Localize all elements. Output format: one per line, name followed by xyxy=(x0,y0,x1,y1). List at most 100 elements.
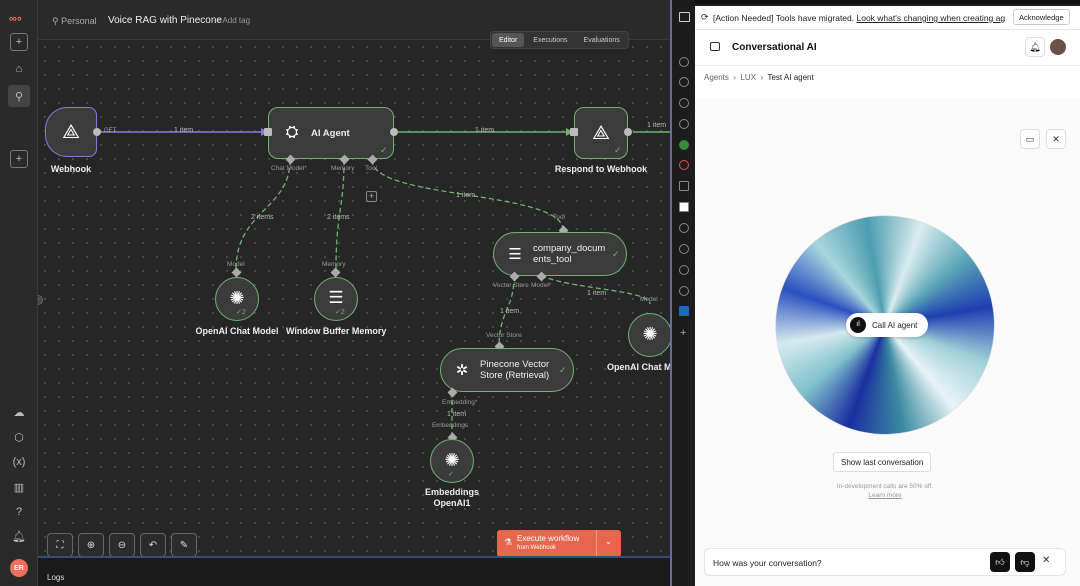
fit-view-button[interactable]: ⛶ xyxy=(47,533,73,557)
add-icon[interactable]: + xyxy=(680,327,686,339)
pinecone-label: Pinecone Vector Store (Retrieval) xyxy=(480,359,550,381)
banner-link[interactable]: Look what's changing when creating ag xyxy=(857,13,1006,23)
extension-icon[interactable] xyxy=(679,140,689,150)
ai-agent-node[interactable]: ⛭ AI Agent ✓ xyxy=(268,107,394,159)
add-icon[interactable]: + xyxy=(10,33,28,51)
extension-icon[interactable] xyxy=(679,181,689,191)
info-icon: ⟳ xyxy=(701,12,709,22)
breadcrumb-agents[interactable]: Agents xyxy=(704,73,729,82)
zoom-out-button[interactable]: ⊖ xyxy=(109,533,135,557)
window-buffer-memory-node[interactable]: ☰ ✓2 xyxy=(314,277,358,321)
openai-chat-model-node[interactable]: ✺ ✓2 xyxy=(215,277,259,321)
chat-bubble-icon[interactable]: ▭ xyxy=(1020,129,1040,149)
success-check-icon: ✓ xyxy=(612,249,620,259)
panel-icon xyxy=(710,42,720,51)
extension-icon[interactable] xyxy=(679,286,689,296)
home-icon[interactable]: ⌂ xyxy=(10,60,28,78)
linkedin-icon[interactable] xyxy=(679,306,689,316)
notifications-icon[interactable]: 🔔︎ xyxy=(10,527,28,545)
webhook-node[interactable]: ⟁ xyxy=(45,107,97,157)
company-documents-tool-node[interactable]: ☰ company_docum ents_tool ✓ xyxy=(493,232,627,276)
extension-icon[interactable] xyxy=(679,160,689,170)
socket-label-vector-store: Vector Store xyxy=(493,282,529,289)
ai-agent-input-port[interactable] xyxy=(264,128,272,136)
add-tool-button[interactable]: + xyxy=(366,191,377,202)
webhook-icon: ⟁ xyxy=(62,120,80,143)
execute-sub-label: from Webhook xyxy=(517,545,556,551)
webhook-icon: ⟁ xyxy=(592,121,610,144)
help-icon[interactable]: ? xyxy=(10,503,28,521)
close-icon[interactable]: ✕ xyxy=(1046,129,1066,149)
chevron-down-icon[interactable]: ⌄ xyxy=(605,537,612,546)
execute-workflow-button[interactable]: ⚗ Execute workflow from Webhook ⌄ xyxy=(497,530,621,557)
project-name: Personal xyxy=(61,16,97,26)
extension-icon[interactable] xyxy=(679,202,689,212)
left-sidebar: ∞∘ + ⌂ ⚲ + ☁ ⬡ (x) ▥ ? 🔔︎ ER xyxy=(0,0,38,586)
embeddings-openai-node[interactable]: ✺ ✓ xyxy=(430,439,474,483)
embeddings-openai-label: Embeddings OpenAI1 xyxy=(424,487,479,508)
show-last-conversation-button[interactable]: Show last conversation xyxy=(833,452,932,472)
extension-icon[interactable] xyxy=(679,98,689,108)
breadcrumb: Agents › LUX › Test AI agent xyxy=(704,73,814,82)
socket-label-chat-model: Chat Model* xyxy=(271,165,307,172)
cloud-icon[interactable]: ☁ xyxy=(10,403,28,421)
close-icon[interactable]: ✕ xyxy=(1042,555,1050,566)
undo-button[interactable]: ↶ xyxy=(140,533,166,557)
edge-label: 1 item xyxy=(587,290,607,297)
tab-executions[interactable]: Executions xyxy=(526,33,574,47)
view-tabs: Editor Executions Evaluations xyxy=(490,31,629,49)
waveform-icon: ıl xyxy=(850,317,866,333)
thumbs-down-icon[interactable]: 👎︎ xyxy=(1015,552,1035,572)
extension-icon[interactable] xyxy=(679,119,689,129)
success-check-icon: ✓2 xyxy=(335,309,345,316)
tidy-up-button[interactable]: ✎ xyxy=(171,533,197,557)
breadcrumb-lux[interactable]: LUX xyxy=(740,73,756,82)
edge-label: 1 item xyxy=(647,122,667,129)
workflow-name[interactable]: Voice RAG with Pinecone xyxy=(108,15,222,26)
bell-icon[interactable]: 🔔︎ xyxy=(1025,37,1045,57)
pricing-note: In-development calls are 50% off. Learn m… xyxy=(836,483,934,499)
extension-icon[interactable] xyxy=(679,223,689,233)
voice-orb: ıl Call AI agent xyxy=(776,216,994,434)
user-icon[interactable]: ⚲ xyxy=(8,85,30,107)
user-avatar[interactable]: ER xyxy=(10,559,28,577)
input-label-memory: Memory xyxy=(322,261,346,268)
pinecone-vector-store-node[interactable]: ✲ Pinecone Vector Store (Retrieval) ✓ xyxy=(440,348,574,392)
openai-chat-model-2-label: OpenAI Chat M xyxy=(607,362,670,372)
ai-agent-output-port[interactable] xyxy=(390,128,398,136)
tab-editor[interactable]: Editor xyxy=(492,33,525,47)
add-tag-button[interactable]: + Add tag xyxy=(216,16,250,25)
tab-evaluations[interactable]: Evaluations xyxy=(577,33,627,47)
respond-to-webhook-node[interactable]: ⟁ ✓ xyxy=(574,107,628,159)
openai-chat-model-2-node[interactable]: ✺ xyxy=(628,313,670,357)
user-avatar[interactable] xyxy=(1050,39,1066,55)
variables-icon[interactable]: (x) xyxy=(10,453,28,471)
respond-input-port[interactable] xyxy=(570,128,578,136)
webhook-label: Webhook xyxy=(50,164,92,174)
webhook-output-port[interactable] xyxy=(93,128,101,136)
add-project-icon[interactable]: + xyxy=(10,150,28,168)
extension-icon[interactable] xyxy=(679,265,689,275)
feedback-question: How was your conversation? xyxy=(713,558,822,568)
extension-icon[interactable] xyxy=(679,77,689,87)
input-label-embeddings: Embeddings xyxy=(432,422,469,429)
extension-icon[interactable] xyxy=(679,244,689,254)
project-breadcrumb[interactable]: ⚲ Personal xyxy=(52,16,97,27)
extension-icon[interactable] xyxy=(679,57,689,67)
templates-icon[interactable]: ⬡ xyxy=(10,428,28,446)
edge-label: 1 item xyxy=(475,127,495,134)
breadcrumb-current: Test AI agent xyxy=(767,73,814,82)
sidebar-toggle-icon[interactable] xyxy=(679,12,690,22)
call-ai-agent-button[interactable]: ıl Call AI agent xyxy=(846,313,928,337)
logs-panel[interactable]: Logs xyxy=(38,556,670,586)
n8n-logo-icon[interactable]: ∞∘ xyxy=(9,12,29,25)
window-buffer-memory-label: Window Buffer Memory xyxy=(286,326,387,336)
feedback-bar: How was your conversation? 👍︎ 👎︎ ✕ xyxy=(704,548,1066,576)
insights-icon[interactable]: ▥ xyxy=(10,478,28,496)
learn-more-link[interactable]: Learn more xyxy=(868,492,901,499)
thumbs-up-icon[interactable]: 👍︎ xyxy=(990,552,1010,572)
respond-output-port[interactable] xyxy=(624,128,632,136)
workflow-canvas[interactable]: ⟁ GET Webhook 1 item ⛭ AI Agent ✓ Chat M… xyxy=(38,40,670,556)
acknowledge-button[interactable]: Acknowledge xyxy=(1013,9,1070,25)
zoom-in-button[interactable]: ⊕ xyxy=(78,533,104,557)
